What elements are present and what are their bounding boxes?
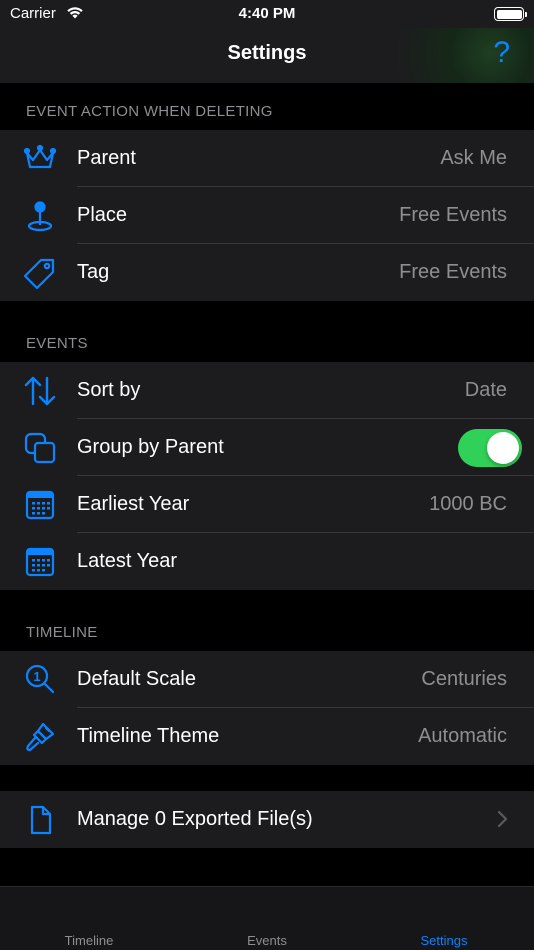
row-default-scale[interactable]: 1 Default Scale Centuries bbox=[0, 651, 534, 708]
section-header-deleting: EVENT ACTION WHEN DELETING bbox=[26, 103, 273, 120]
row-sort-by[interactable]: Sort by Date bbox=[0, 362, 534, 419]
row-value: 1000 BC bbox=[429, 493, 507, 515]
tab-timeline[interactable]: Timeline bbox=[29, 933, 149, 948]
document-icon bbox=[22, 802, 58, 838]
group-by-parent-toggle[interactable] bbox=[458, 429, 522, 467]
row-label: Latest Year bbox=[77, 550, 178, 572]
tab-bar: Timeline Events Settings bbox=[0, 886, 534, 950]
row-latest-year[interactable]: Latest Year bbox=[0, 533, 534, 590]
timeline-group: 1 Default Scale Centuries Timeline Theme… bbox=[0, 651, 534, 765]
row-parent[interactable]: Parent Ask Me bbox=[0, 130, 534, 187]
calendar-icon bbox=[22, 487, 58, 523]
row-value: Free Events bbox=[399, 204, 507, 226]
tab-settings[interactable]: Settings bbox=[384, 933, 504, 948]
row-manage-exported-files[interactable]: Manage 0 Exported File(s) bbox=[0, 791, 534, 848]
deleting-group: Parent Ask Me Place Free Events Tag Free… bbox=[0, 130, 534, 301]
help-button[interactable]: ? bbox=[493, 36, 510, 70]
files-group: Manage 0 Exported File(s) bbox=[0, 791, 534, 848]
row-earliest-year[interactable]: Earliest Year 1000 BC bbox=[0, 476, 534, 533]
row-label: Sort by bbox=[77, 379, 141, 401]
tag-icon bbox=[22, 255, 58, 291]
svg-text:1: 1 bbox=[33, 669, 40, 684]
row-value: Centuries bbox=[421, 668, 507, 690]
group-squares-icon bbox=[22, 430, 58, 466]
battery-icon bbox=[494, 7, 527, 21]
settings-list[interactable]: EVENT ACTION WHEN DELETING Parent Ask Me bbox=[0, 83, 534, 886]
row-value: Free Events bbox=[399, 261, 507, 283]
row-timeline-theme[interactable]: Timeline Theme Automatic bbox=[0, 708, 534, 765]
row-label: Parent bbox=[77, 147, 136, 169]
row-value: Automatic bbox=[418, 725, 507, 747]
calendar-icon bbox=[22, 544, 58, 580]
row-label: Tag bbox=[77, 261, 110, 283]
row-value: Date bbox=[464, 379, 507, 401]
row-label: Group by Parent bbox=[77, 436, 224, 458]
paintbrush-icon bbox=[22, 719, 58, 755]
events-group: Sort by Date Group by Parent Earliest Ye… bbox=[0, 362, 534, 590]
section-header-timeline: TIMELINE bbox=[26, 624, 98, 641]
navigation-bar: Settings ? bbox=[0, 28, 534, 83]
clock: 4:40 PM bbox=[238, 5, 296, 22]
tab-events[interactable]: Events bbox=[207, 933, 327, 948]
chevron-right-icon bbox=[496, 809, 508, 834]
row-label: Manage 0 Exported File(s) bbox=[77, 808, 313, 830]
magnifier-icon: 1 bbox=[22, 662, 58, 698]
row-label: Timeline Theme bbox=[77, 725, 220, 747]
row-place[interactable]: Place Free Events bbox=[0, 187, 534, 244]
section-header-events: EVENTS bbox=[26, 335, 88, 352]
status-bar: Carrier 4:40 PM bbox=[0, 0, 534, 28]
page-title: Settings bbox=[227, 42, 307, 64]
row-label: Place bbox=[77, 204, 128, 226]
sort-arrows-icon bbox=[22, 373, 58, 409]
map-pin-icon bbox=[22, 198, 58, 234]
crown-icon bbox=[22, 141, 58, 177]
row-group-by-parent: Group by Parent bbox=[0, 419, 534, 476]
row-value: Ask Me bbox=[440, 147, 507, 169]
row-label: Default Scale bbox=[77, 668, 196, 690]
row-tag[interactable]: Tag Free Events bbox=[0, 244, 534, 301]
row-label: Earliest Year bbox=[77, 493, 190, 515]
